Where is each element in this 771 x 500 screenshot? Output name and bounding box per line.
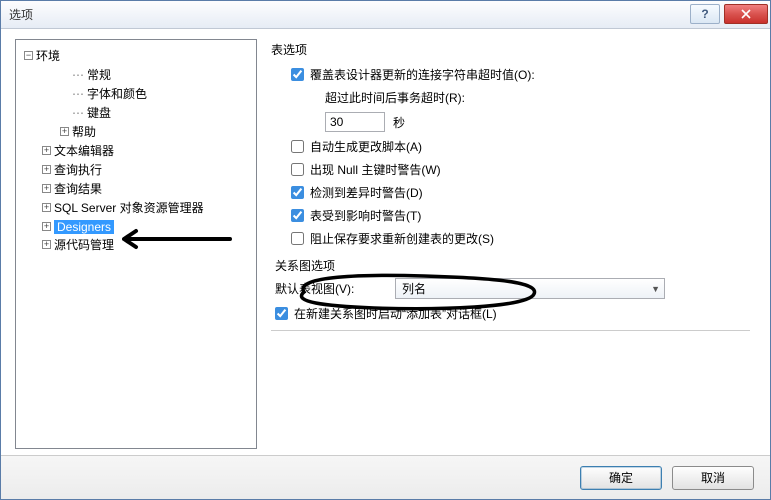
tree-label: Designers	[54, 220, 114, 234]
tree-label: 源代码管理	[54, 236, 114, 253]
tree-node-query-exec[interactable]: +查询执行	[42, 161, 102, 178]
tree-label: 文本编辑器	[54, 142, 114, 159]
tree-node-help[interactable]: +帮助	[60, 123, 96, 140]
tree-node-fonts[interactable]: ⋯字体和颜色	[60, 85, 147, 102]
label-timeout: 超过此时间后事务超时(R):	[325, 89, 465, 106]
label-diff-warn: 检测到差异时警告(D)	[310, 184, 423, 201]
row-default-view: 默认表视图(V): 列名 ▼	[271, 278, 750, 299]
tree-node-source-control[interactable]: +源代码管理	[42, 236, 114, 253]
input-timeout[interactable]	[325, 112, 385, 132]
collapse-icon[interactable]: −	[24, 51, 33, 60]
expand-icon[interactable]: +	[42, 240, 51, 249]
nav-tree: −环境 ⋯常规 ⋯字体和颜色 ⋯键盘 +帮助 +文本编辑器 +查询执行 +查询结…	[20, 46, 252, 254]
checkbox-launch-add-table[interactable]	[275, 307, 288, 320]
checkbox-null-warn[interactable]	[291, 163, 304, 176]
tree-node-environment[interactable]: −环境	[24, 47, 60, 64]
expand-icon[interactable]: +	[42, 146, 51, 155]
row-override-connection: 覆盖表设计器更新的连接字符串超时值(O):	[271, 66, 750, 83]
expand-icon[interactable]: +	[42, 165, 51, 174]
expand-icon[interactable]: +	[42, 184, 51, 193]
tree-node-query-results[interactable]: +查询结果	[42, 180, 102, 197]
tree-node-text-editor[interactable]: +文本编辑器	[42, 142, 114, 159]
row-prevent-save: 阻止保存要求重新创建表的更改(S)	[271, 230, 750, 247]
tree-node-designers[interactable]: +Designers	[42, 220, 114, 234]
tree-label: SQL Server 对象资源管理器	[54, 199, 204, 216]
expand-icon[interactable]: +	[60, 127, 69, 136]
label-null-warn: 出现 Null 主键时警告(W)	[310, 161, 441, 178]
row-affect-warn: 表受到影响时警告(T)	[271, 207, 750, 224]
checkbox-diff-warn[interactable]	[291, 186, 304, 199]
tree-node-sql-explorer[interactable]: +SQL Server 对象资源管理器	[42, 199, 204, 216]
expand-icon[interactable]: +	[42, 222, 51, 231]
settings-panel: 表选项 覆盖表设计器更新的连接字符串超时值(O): 超过此时间后事务超时(R):…	[265, 39, 756, 449]
close-button[interactable]	[724, 4, 768, 24]
window-buttons: ?	[686, 6, 768, 24]
group-title-diagram: 关系图选项	[271, 257, 750, 274]
tree-label: 键盘	[87, 104, 111, 121]
options-dialog: 选项 ? −环境 ⋯常规 ⋯字体和颜色 ⋯键盘 +帮助 +文本编辑器 +查询执行…	[0, 0, 771, 500]
dropdown-value: 列名	[402, 280, 426, 297]
titlebar: 选项 ?	[1, 1, 770, 29]
divider	[271, 330, 750, 331]
dropdown-default-view[interactable]: 列名 ▼	[395, 278, 665, 299]
tree-panel: −环境 ⋯常规 ⋯字体和颜色 ⋯键盘 +帮助 +文本编辑器 +查询执行 +查询结…	[15, 39, 257, 449]
label-auto-script: 自动生成更改脚本(A)	[310, 138, 422, 155]
label-launch-add-table: 在新建关系图时启动“添加表”对话框(L)	[294, 305, 497, 322]
checkbox-prevent-save[interactable]	[291, 232, 304, 245]
tree-label: 环境	[36, 47, 60, 64]
label-override-conn: 覆盖表设计器更新的连接字符串超时值(O):	[310, 66, 535, 83]
checkbox-affect-warn[interactable]	[291, 209, 304, 222]
tree-node-keyboard[interactable]: ⋯键盘	[60, 104, 111, 121]
checkbox-auto-script[interactable]	[291, 140, 304, 153]
row-timeout-label: 超过此时间后事务超时(R):	[271, 89, 750, 106]
expand-icon[interactable]: +	[42, 203, 51, 212]
tree-label: 查询执行	[54, 161, 102, 178]
dialog-title: 选项	[9, 6, 686, 23]
dialog-footer: 确定 取消	[1, 455, 770, 499]
tree-label: 帮助	[72, 123, 96, 140]
row-launch-add-table: 在新建关系图时启动“添加表”对话框(L)	[271, 305, 750, 322]
row-null-warn: 出现 Null 主键时警告(W)	[271, 161, 750, 178]
label-affect-warn: 表受到影响时警告(T)	[310, 207, 421, 224]
ok-button[interactable]: 确定	[580, 466, 662, 490]
label-default-view: 默认表视图(V):	[275, 280, 395, 297]
cancel-button[interactable]: 取消	[672, 466, 754, 490]
chevron-down-icon: ▼	[651, 284, 660, 294]
help-button[interactable]: ?	[690, 4, 720, 24]
row-diff-warn: 检测到差异时警告(D)	[271, 184, 750, 201]
row-timeout-value: 秒	[271, 112, 750, 132]
tree-node-general[interactable]: ⋯常规	[60, 66, 111, 83]
group-title-table-options: 表选项	[271, 41, 750, 58]
checkbox-override-conn[interactable]	[291, 68, 304, 81]
row-auto-script: 自动生成更改脚本(A)	[271, 138, 750, 155]
tree-label: 常规	[87, 66, 111, 83]
label-seconds: 秒	[393, 114, 405, 131]
tree-label: 字体和颜色	[87, 85, 147, 102]
label-prevent-save: 阻止保存要求重新创建表的更改(S)	[310, 230, 494, 247]
dialog-body: −环境 ⋯常规 ⋯字体和颜色 ⋯键盘 +帮助 +文本编辑器 +查询执行 +查询结…	[1, 29, 770, 455]
close-icon	[741, 9, 751, 19]
tree-label: 查询结果	[54, 180, 102, 197]
